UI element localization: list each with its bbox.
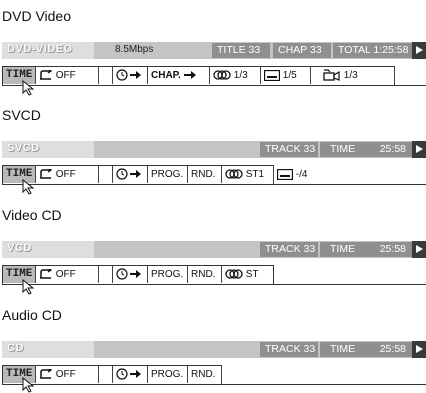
time-value: 25:58 [379,343,406,355]
menu-spacer [99,266,113,283]
audio-button[interactable]: ST [222,266,274,283]
track-number: TRACK 33 [260,342,318,357]
play-icon[interactable] [412,141,426,158]
angle-value: 1/3 [343,70,358,81]
disc-type-label: DVD-VIDEO [7,43,73,55]
program-button[interactable]: PROG. [148,366,188,383]
angle-button[interactable]: 1/3 [311,67,395,84]
disc-type-label: CD [7,342,24,354]
subtitle-value: -/4 [295,169,308,180]
disc-type-label: VCD [7,242,32,254]
time-readout: TIME 25:58 [320,142,412,157]
audio-value: ST [245,269,259,280]
random-button[interactable]: RND. [188,266,222,283]
time-label: TIME [330,343,356,355]
title-number: TITLE 33 [212,43,270,58]
time-readout: TIME 25:58 [320,342,412,357]
time-value: 25:58 [379,243,406,255]
menu-spacer [99,166,113,183]
audio-channel-icon [225,169,243,180]
play-icon[interactable] [412,341,426,358]
time-value: 25:58 [379,143,406,155]
repeat-button[interactable]: OFF [36,366,99,383]
subtitle-button[interactable]: 1/5 [261,67,311,84]
clock-arrow-icon [116,368,141,380]
repeat-icon [40,269,53,280]
time-label: TIME [330,243,356,255]
repeat-value: OFF [55,70,76,81]
subtitle-button[interactable]: -/4 [274,166,324,183]
svcd-status-bar: SVCD TRACK 33 TIME 25:58 [2,141,426,158]
section-title: Video CD [2,207,62,223]
time-search-button[interactable] [113,366,148,383]
clock-arrow-icon [116,268,141,280]
program-button[interactable]: PROG. [148,166,188,183]
disc-type-label: SVCD [7,142,40,154]
audio-channel-icon [225,269,243,280]
chapter-number: CHAP 33 [273,43,331,58]
time-readout: TIME 25:58 [320,242,412,257]
subtitle-icon [277,168,293,180]
audio-value: 1/3 [233,70,248,81]
cd-status-bar: CD TRACK 33 TIME 25:58 [2,341,426,358]
svcd-menu-bar: TIME OFF PROG. RND. ST1 -/4 [2,165,426,185]
repeat-button[interactable]: OFF [36,266,99,283]
total-time: TOTAL 1:25:58 [333,43,412,58]
menu-spacer [99,67,113,84]
vcd-menu-bar: TIME OFF PROG. RND. ST [2,265,426,285]
audio-channel-icon [213,70,231,81]
repeat-icon [40,169,53,180]
repeat-button[interactable]: OFF [36,67,99,84]
random-button[interactable]: RND. [188,366,222,383]
clock-arrow-icon [116,168,141,180]
section-title: SVCD [2,107,41,123]
camera-angle-icon [323,69,340,82]
time-search-button[interactable] [113,67,148,84]
clock-arrow-icon [116,69,141,81]
repeat-value: OFF [55,369,76,380]
subtitle-value: 1/5 [282,70,297,81]
vcd-status-bar: VCD TRACK 33 TIME 25:58 [2,241,426,258]
dvd-menu-bar: TIME OFF CHAP. 1/3 1/5 1/3 [2,66,426,86]
track-number: TRACK 33 [260,142,318,157]
play-icon[interactable] [412,42,426,59]
program-button[interactable]: PROG. [148,266,188,283]
menu-spacer [99,366,113,383]
section-title: DVD Video [2,8,72,24]
dvd-status-bar: DVD-VIDEO 8.5Mbps TITLE 33 CHAP 33 TOTAL… [2,42,426,59]
pointer-cursor-icon [22,179,35,195]
audio-value: ST1 [245,169,265,180]
arrow-right-icon [183,71,196,80]
play-icon[interactable] [412,241,426,258]
repeat-button[interactable]: OFF [36,166,99,183]
random-button[interactable]: RND. [188,166,222,183]
audio-button[interactable]: 1/3 [210,67,261,84]
cd-menu-bar: TIME OFF PROG. RND. [2,365,426,385]
repeat-icon [40,70,53,81]
time-search-button[interactable] [113,266,148,283]
repeat-value: OFF [55,169,76,180]
repeat-icon [40,369,53,380]
audio-button[interactable]: ST1 [222,166,274,183]
pointer-cursor-icon [22,80,35,96]
time-search-button[interactable] [113,166,148,183]
time-label: TIME [330,143,356,155]
chapter-search-label: CHAP. [151,70,181,81]
pointer-cursor-icon [22,279,35,295]
track-number: TRACK 33 [260,242,318,257]
chapter-search-button[interactable]: CHAP. [148,67,210,84]
section-title: Audio CD [2,307,62,323]
repeat-value: OFF [55,269,76,280]
subtitle-icon [264,69,280,81]
bitrate-label: 8.5Mbps [115,44,154,55]
